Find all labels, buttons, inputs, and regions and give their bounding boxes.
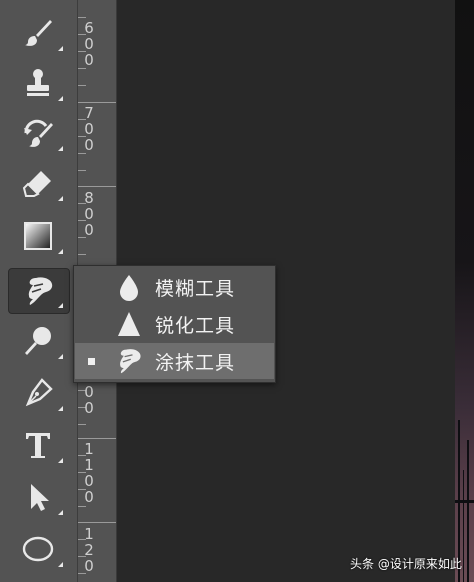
- flyout-item-label: 涂抹工具: [155, 351, 236, 374]
- selected-bullet-icon: [88, 357, 95, 365]
- ellipse-icon: [22, 536, 54, 562]
- blur-drop-icon: [120, 275, 138, 301]
- gradient-tool-button[interactable]: [7, 213, 69, 259]
- stamp-tool-button[interactable]: [7, 60, 69, 106]
- tools-panel: [0, 0, 78, 582]
- ruler-label: 8 0 0: [84, 189, 94, 239]
- pen-icon: [25, 378, 53, 407]
- smudge-finger-icon: [120, 349, 141, 374]
- ruler-label: 0 0: [84, 383, 94, 417]
- history-brush-icon: [24, 119, 53, 147]
- stamp-icon: [27, 69, 49, 96]
- smudge-tool-button[interactable]: [8, 268, 70, 314]
- ellipse-tool-button[interactable]: [7, 526, 69, 572]
- ruler-label: 6 0 0: [84, 19, 94, 69]
- gradient-icon: [24, 222, 52, 250]
- eraser-tool-button[interactable]: [7, 160, 69, 206]
- brush-icon: [25, 20, 52, 46]
- smudge-finger-icon: [28, 277, 53, 305]
- history-brush-tool-button[interactable]: [7, 110, 69, 156]
- brush-tool-button[interactable]: [7, 10, 69, 56]
- path-selection-tool-button[interactable]: [7, 474, 69, 520]
- flyout-item-smudge-tool[interactable]: 涂抹工具: [75, 343, 274, 379]
- sharpen-triangle-icon: [118, 312, 140, 336]
- ruler-label: 1 1 0 0: [84, 440, 94, 506]
- type-tool-button[interactable]: [7, 422, 69, 468]
- dodge-tool-button[interactable]: [7, 318, 69, 364]
- type-icon: [26, 433, 50, 458]
- pen-tool-button[interactable]: [7, 370, 69, 416]
- flyout-item-sharpen-tool[interactable]: 锐化工具: [75, 306, 274, 342]
- flyout-item-label: 锐化工具: [155, 314, 236, 337]
- watermark: 头条 @设计原来如此: [350, 557, 462, 571]
- ruler-label: 7 0 0: [84, 104, 94, 154]
- ruler-label: 1 2 0: [84, 525, 94, 575]
- smudge-tool-flyout-menu: 模糊工具 锐化工具 涂抹工具: [73, 265, 276, 383]
- flyout-item-label: 模糊工具: [155, 277, 236, 300]
- arrow-cursor-icon: [31, 484, 49, 511]
- dodge-icon: [25, 327, 51, 355]
- canvas-image-edge: [455, 0, 474, 582]
- eraser-icon: [22, 171, 51, 197]
- flyout-item-blur-tool[interactable]: 模糊工具: [75, 269, 274, 305]
